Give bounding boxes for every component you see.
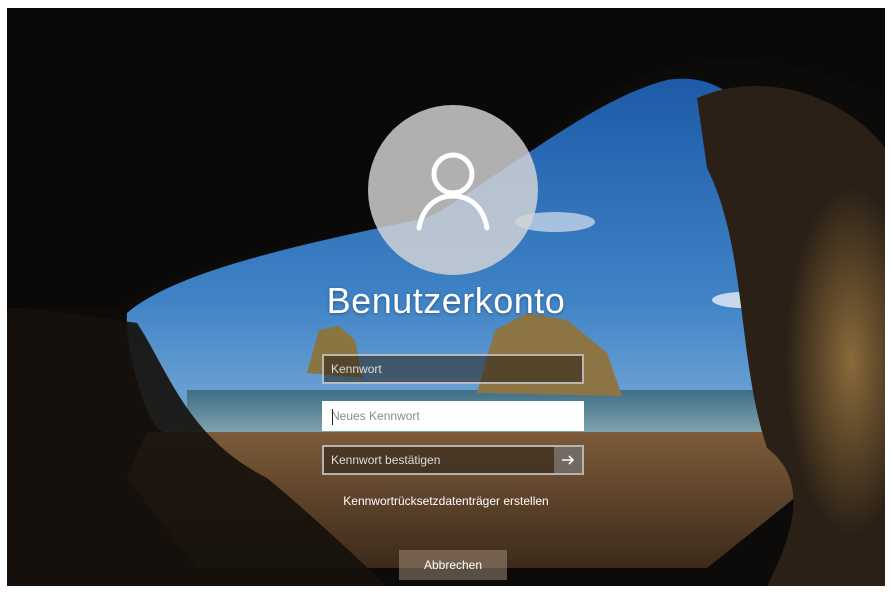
new-password-input[interactable] — [324, 403, 582, 429]
confirm-password-input[interactable] — [324, 447, 554, 473]
confirm-password-field[interactable] — [322, 445, 584, 475]
text-cursor — [332, 409, 333, 425]
arrow-right-icon — [562, 455, 575, 465]
old-password-field[interactable] — [322, 354, 584, 384]
username-label: Benutzerkonto — [326, 280, 566, 321]
old-password-input[interactable] — [324, 356, 582, 382]
create-reset-disk-link[interactable]: Kennwortrücksetzdatenträger erstellen — [7, 494, 885, 508]
submit-button[interactable] — [554, 447, 582, 473]
user-silhouette-icon — [416, 152, 490, 231]
cancel-button[interactable]: Abbrechen — [399, 550, 507, 580]
new-password-field[interactable] — [322, 401, 584, 431]
lock-screen: Benutzerkonto Kennwortrücksetzdatenträge… — [7, 8, 885, 586]
user-avatar — [368, 105, 538, 275]
